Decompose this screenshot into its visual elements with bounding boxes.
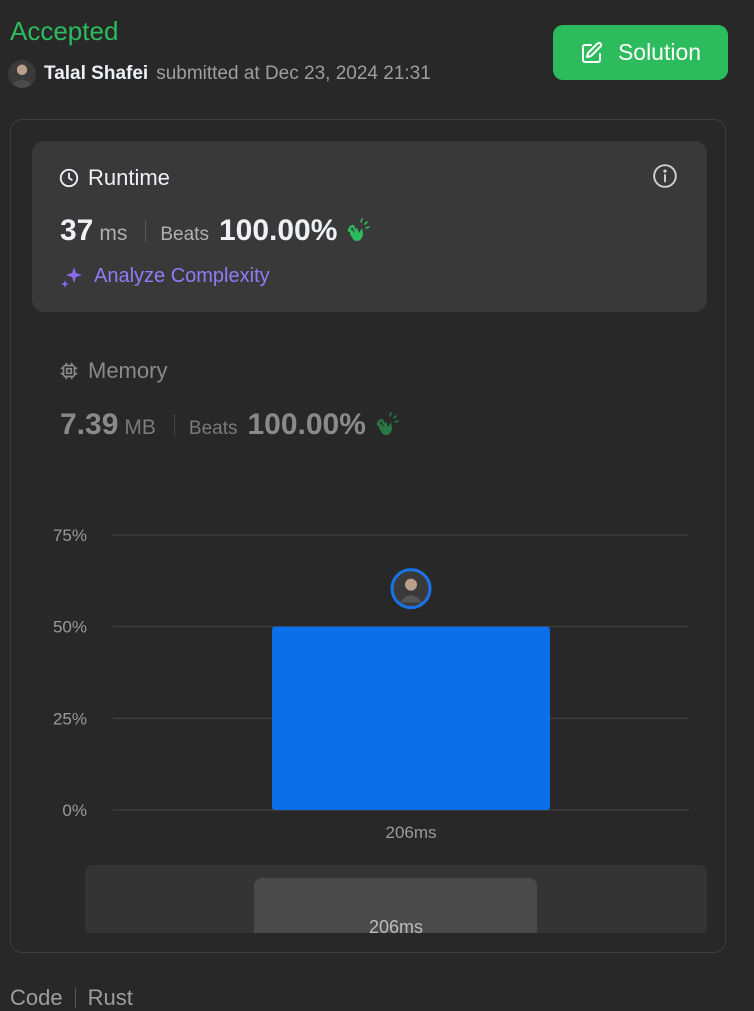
info-icon[interactable] [652, 163, 678, 189]
clap-icon [348, 218, 371, 241]
runtime-header: Runtime [58, 165, 170, 191]
user-name[interactable]: Talal Shafei [44, 63, 148, 85]
code-tabs: Code Rust [10, 985, 133, 1011]
tab-code[interactable]: Code [10, 985, 63, 1011]
avatar[interactable] [8, 60, 36, 88]
chip-icon [60, 362, 78, 380]
solution-button[interactable]: Solution [553, 25, 728, 80]
runtime-beats-label: Beats [160, 224, 209, 245]
solution-button-label: Solution [617, 39, 702, 65]
analyze-complexity-label: Analyze Complexity [94, 264, 270, 287]
edit-icon [581, 41, 602, 63]
runtime-value: 37 [60, 214, 94, 247]
sparkle-icon [61, 267, 82, 288]
clock-icon [59, 168, 79, 188]
memory-beats-value: 100.00% [247, 408, 366, 441]
overview-label: 206ms [368, 917, 424, 933]
submission-info: Talal Shafei submitted at Dec 23, 2024 2… [8, 60, 431, 88]
memory-row: 7.39 MB Beats 100.00% [60, 408, 400, 442]
memory-value: 7.39 [60, 408, 119, 441]
status-title: Accepted [10, 16, 119, 46]
runtime-beats-value: 100.00% [218, 214, 338, 247]
divider [74, 988, 76, 1008]
divider [173, 414, 175, 436]
runtime-label: Runtime [88, 165, 170, 190]
divider [145, 220, 147, 242]
runtime-row: 37 ms Beats 100.00% [60, 214, 371, 248]
memory-beats-label: Beats [188, 418, 238, 439]
submission-time: submitted at Dec 23, 2024 21:31 [156, 63, 431, 84]
clap-icon [376, 412, 399, 435]
memory-unit: MB [124, 416, 156, 439]
chart-overview[interactable]: 206ms [85, 865, 707, 933]
tab-language[interactable]: Rust [88, 985, 133, 1011]
analyze-complexity-link[interactable]: Analyze Complexity [60, 263, 270, 289]
runtime-unit: ms [99, 222, 128, 245]
memory-label: Memory [88, 358, 168, 383]
memory-header[interactable]: Memory [58, 358, 167, 384]
